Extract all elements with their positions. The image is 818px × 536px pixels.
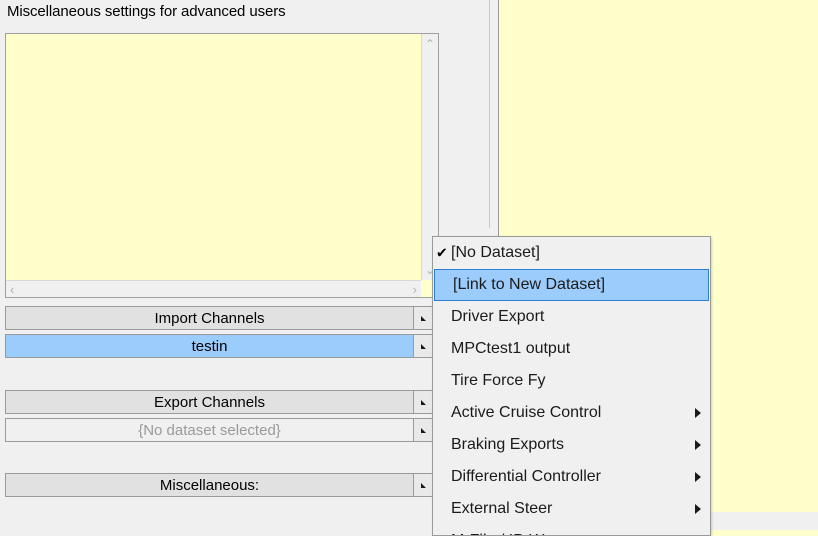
menu-item-label: Driver Export (451, 308, 544, 326)
menu-item-no-dataset[interactable]: [No Dataset] (433, 237, 710, 269)
menu-item-label: [Link to New Dataset] (453, 276, 605, 294)
menu-item-differential-controller[interactable]: Differential Controller (433, 461, 710, 493)
export-channels-value-combo[interactable]: {No dataset selected} (5, 418, 439, 442)
page-title: Miscellaneous settings for advanced user… (7, 3, 286, 20)
menu-item-label: MPCtest1 output (451, 340, 570, 358)
left-settings-pane: Miscellaneous settings for advanced user… (0, 0, 440, 536)
export-channels-header-label: Export Channels (6, 391, 413, 413)
textarea-content[interactable] (6, 34, 421, 280)
menu-item-label: Braking Exports (451, 436, 564, 454)
pane-divider (489, 0, 490, 228)
miscellaneous-header-label: Miscellaneous: (6, 474, 413, 496)
menu-item-label: M-File / IP-W (451, 532, 544, 536)
chevron-right-icon[interactable]: › (413, 283, 417, 296)
import-channels-header-label: Import Channels (6, 307, 413, 329)
export-channels-value-label: {No dataset selected} (6, 419, 413, 441)
menu-item-braking-exports[interactable]: Braking Exports (433, 429, 710, 461)
import-channels-header-combo[interactable]: Import Channels (5, 306, 439, 330)
horizontal-scrollbar[interactable]: ‹ › (6, 280, 421, 297)
menu-item-label: External Steer (451, 500, 552, 518)
export-channels-header-combo[interactable]: Export Channels (5, 390, 439, 414)
menu-item-mpctest1-output[interactable]: MPCtest1 output (433, 333, 710, 365)
miscellaneous-header-combo[interactable]: Miscellaneous: (5, 473, 439, 497)
menu-item-label: Differential Controller (451, 468, 601, 486)
menu-item-label: [No Dataset] (451, 244, 540, 262)
miscellaneous-settings-textarea[interactable]: ⌃ ⌄ ‹ › (5, 33, 439, 298)
menu-item-active-cruise-control[interactable]: Active Cruise Control (433, 397, 710, 429)
import-channels-value-combo[interactable]: testin (5, 334, 439, 358)
menu-item-m-file-ip-w[interactable]: M-File / IP-W (433, 525, 710, 536)
menu-item-tire-force-fy[interactable]: Tire Force Fy (433, 365, 710, 397)
menu-item-external-steer[interactable]: External Steer (433, 493, 710, 525)
chevron-left-icon[interactable]: ‹ (10, 283, 14, 296)
import-channels-value-label: testin (6, 335, 413, 357)
chevron-up-icon[interactable]: ⌃ (425, 38, 435, 50)
menu-item-label: Active Cruise Control (451, 404, 601, 422)
dataset-dropdown-menu[interactable]: [No Dataset] [Link to New Dataset] Drive… (432, 236, 711, 536)
menu-item-label: Tire Force Fy (451, 372, 546, 390)
menu-item-link-to-new-dataset[interactable]: [Link to New Dataset] (434, 269, 709, 301)
menu-item-driver-export[interactable]: Driver Export (433, 301, 710, 333)
